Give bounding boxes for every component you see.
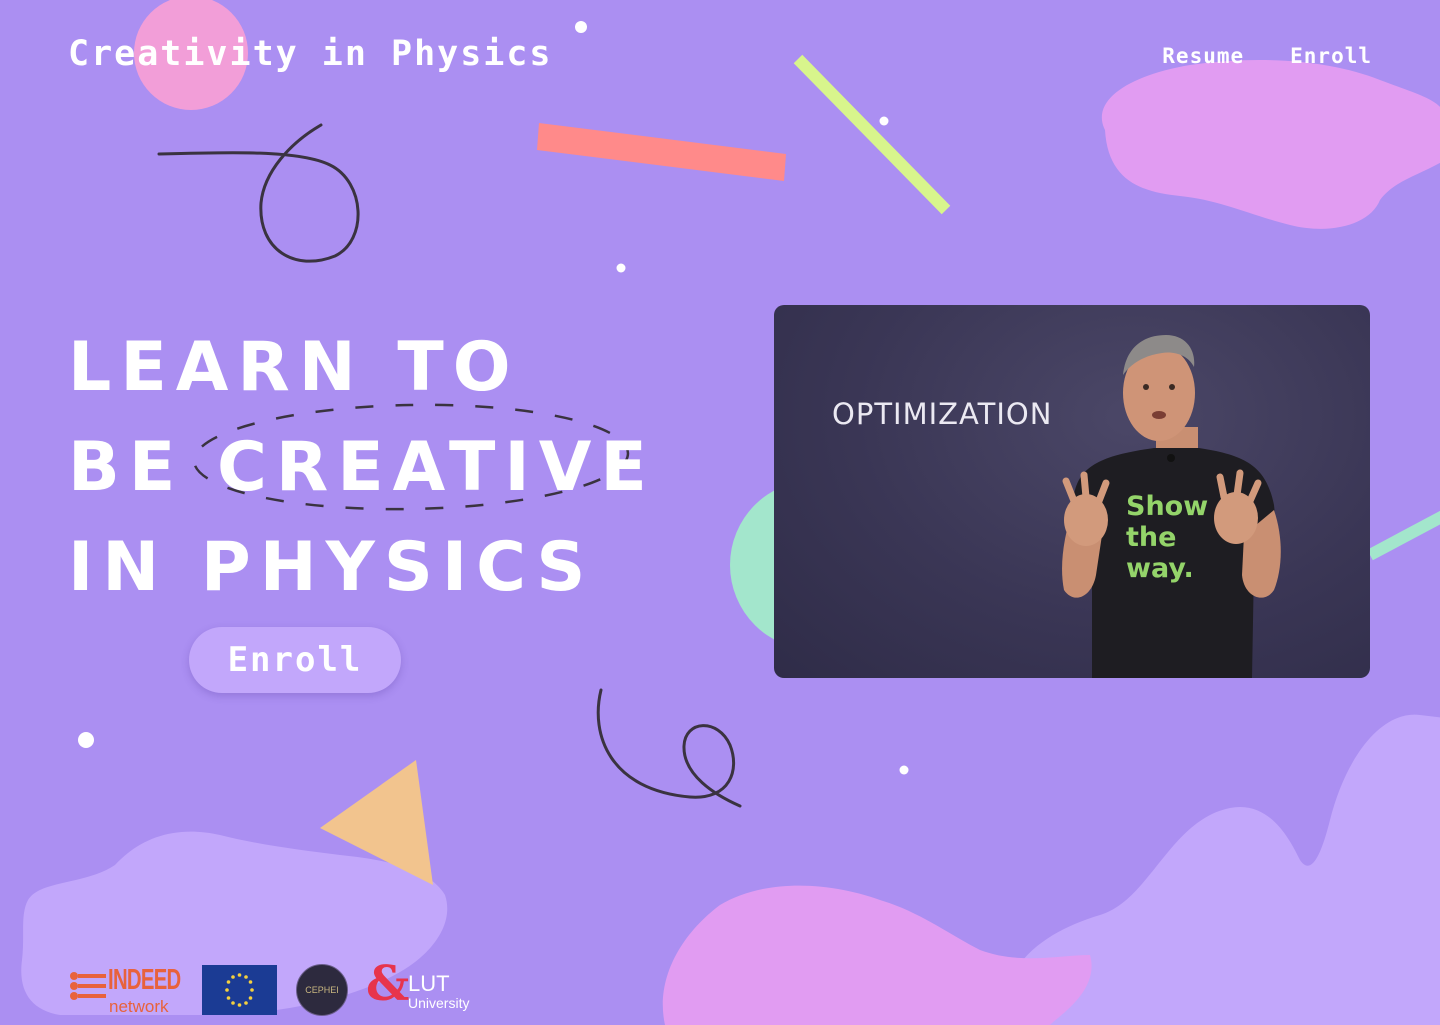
shirt-text: Show the way. xyxy=(1126,491,1208,584)
hero-heading: LEARN TO BE CREATIVE IN PHYSICS xyxy=(68,318,656,618)
presenter-figure xyxy=(1062,335,1281,678)
cephei-text: CEPHEI xyxy=(305,985,339,995)
university-text: University xyxy=(408,995,470,1011)
eu-flag-logo[interactable] xyxy=(202,965,277,1015)
white-dot xyxy=(899,765,909,775)
eu-stars-icon xyxy=(225,973,254,1007)
indeed-text: INDEED xyxy=(108,964,181,996)
hero-enroll-button[interactable]: Enroll xyxy=(189,627,401,693)
site-title[interactable]: Creativity in Physics xyxy=(68,34,553,74)
lut-text: LUT xyxy=(408,971,450,996)
white-dot xyxy=(616,263,626,273)
white-dot xyxy=(575,21,587,33)
cephei-logo[interactable]: CEPHEI xyxy=(296,964,348,1016)
network-icon xyxy=(70,972,106,1000)
shirt-line-3: way. xyxy=(1126,553,1194,584)
shirt-line-1: Show xyxy=(1126,491,1209,522)
ampersand-icon: & xyxy=(366,956,410,1012)
hero-line-2: BE CREATIVE xyxy=(68,428,656,507)
coral-bar-shape xyxy=(537,123,786,181)
top-nav: Resume Enroll xyxy=(1162,44,1372,68)
loop-squiggle-top xyxy=(157,123,360,263)
nav-resume-link[interactable]: Resume xyxy=(1162,44,1244,68)
lime-line-shape xyxy=(793,54,951,215)
hero-line-3: IN PHYSICS xyxy=(68,528,595,607)
indeed-network-logo[interactable]: INDEED network xyxy=(68,964,183,1016)
white-dot xyxy=(879,116,889,126)
mint-line-shape xyxy=(1367,510,1440,561)
network-text: network xyxy=(109,997,169,1016)
white-dot xyxy=(78,732,94,748)
pink-blob-top-right xyxy=(1101,60,1440,229)
nav-enroll-link[interactable]: Enroll xyxy=(1290,44,1372,68)
intro-video-player[interactable]: OPTIMIZATION Show the way. xyxy=(774,305,1370,678)
shirt-line-2: the xyxy=(1126,522,1177,553)
lut-university-logo[interactable]: & LUT University xyxy=(366,956,486,1016)
hero-line-1: LEARN TO xyxy=(68,328,520,407)
loop-squiggle-bottom xyxy=(596,688,742,808)
